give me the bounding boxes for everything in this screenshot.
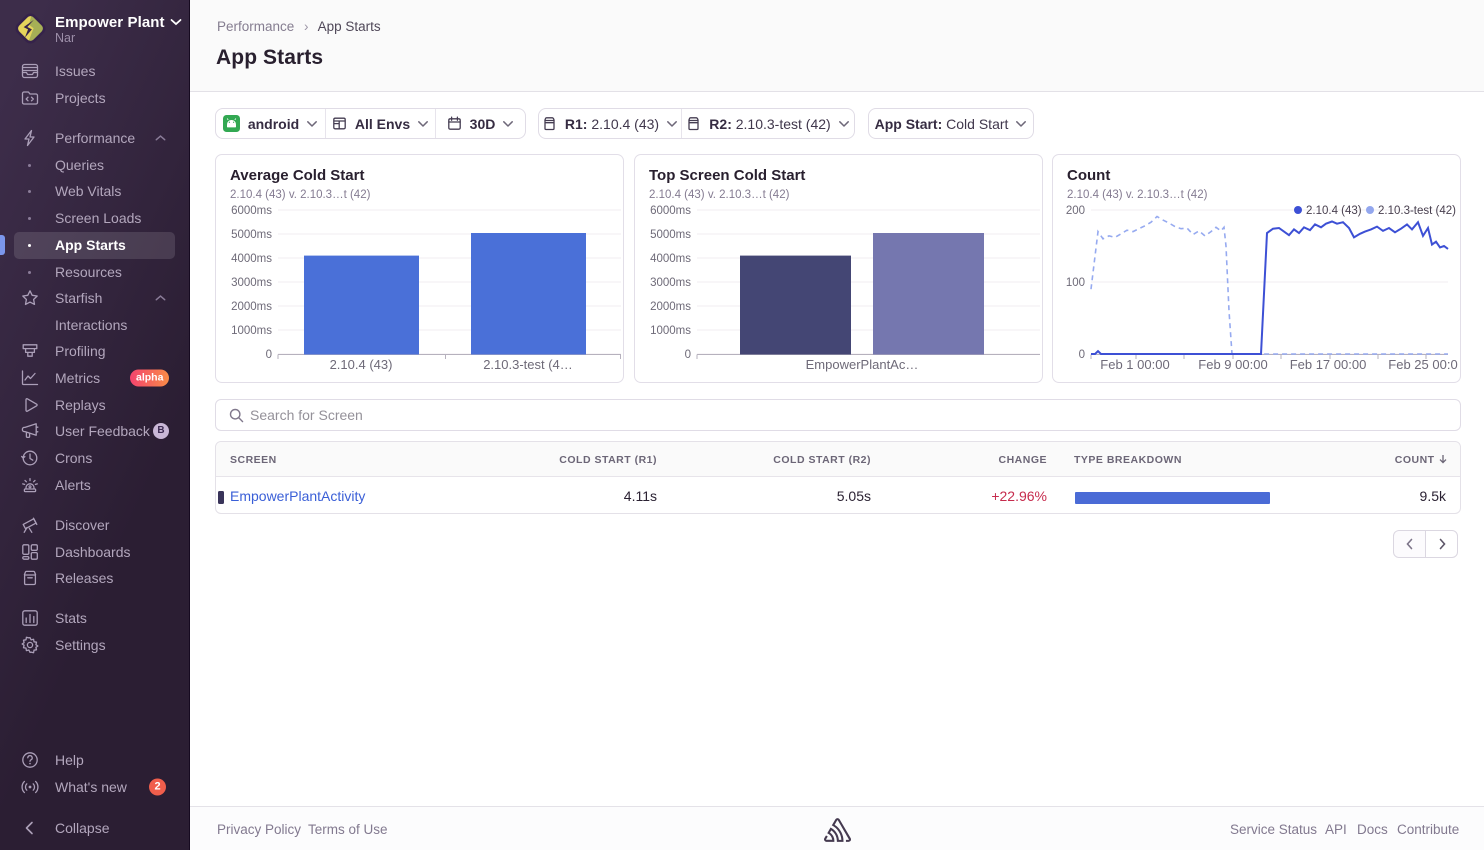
- svg-text:100: 100: [1066, 277, 1085, 289]
- svg-text:1000ms: 1000ms: [231, 325, 272, 337]
- svg-text:2.10.3-test (4…: 2.10.3-test (4…: [483, 357, 573, 372]
- svg-text:4000ms: 4000ms: [231, 253, 272, 265]
- svg-text:6000ms: 6000ms: [650, 205, 691, 217]
- svg-text:6000ms: 6000ms: [231, 205, 272, 217]
- svg-text:Feb 17 00:00: Feb 17 00:00: [1290, 357, 1367, 372]
- svg-text:Feb 9 00:00: Feb 9 00:00: [1198, 357, 1267, 372]
- svg-text:Feb 1 00:00: Feb 1 00:00: [1100, 357, 1169, 372]
- svg-text:2000ms: 2000ms: [231, 301, 272, 313]
- svg-text:0: 0: [1079, 349, 1085, 361]
- svg-text:1000ms: 1000ms: [650, 325, 691, 337]
- svg-text:5000ms: 5000ms: [231, 229, 272, 241]
- svg-text:200: 200: [1066, 205, 1085, 217]
- svg-text:EmpowerPlantAc…: EmpowerPlantAc…: [806, 357, 919, 372]
- svg-text:2.10.4 (43): 2.10.4 (43): [330, 357, 393, 372]
- svg-text:3000ms: 3000ms: [650, 277, 691, 289]
- svg-text:3000ms: 3000ms: [231, 277, 272, 289]
- svg-text:0: 0: [266, 349, 272, 361]
- svg-text:Feb 25 00:0: Feb 25 00:0: [1388, 357, 1457, 372]
- svg-text:2.10.4 (43): 2.10.4 (43): [1306, 205, 1362, 217]
- svg-text:2.10.3-test (42): 2.10.3-test (42): [1378, 205, 1456, 217]
- svg-text:4000ms: 4000ms: [650, 253, 691, 265]
- svg-text:0: 0: [685, 349, 691, 361]
- svg-text:5000ms: 5000ms: [650, 229, 691, 241]
- svg-text:2000ms: 2000ms: [650, 301, 691, 313]
